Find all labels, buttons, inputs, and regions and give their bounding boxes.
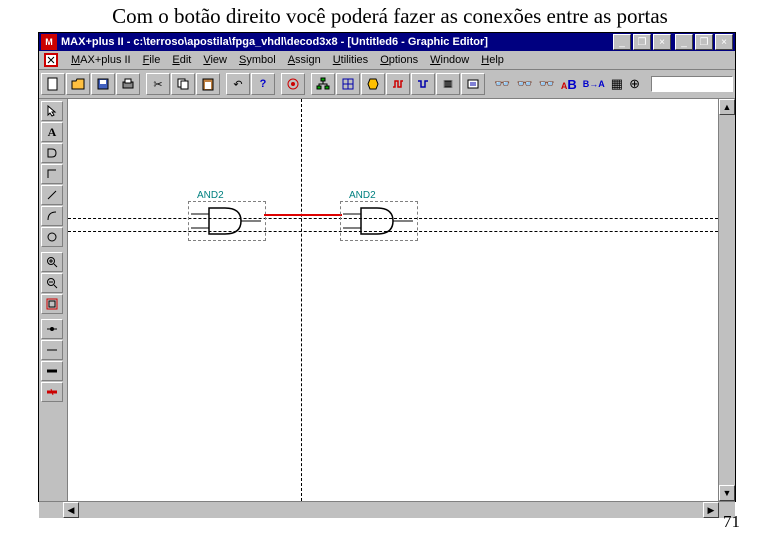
menu-help[interactable]: Help: [481, 54, 504, 66]
cut-button[interactable]: ✂: [146, 73, 170, 95]
hierarchy-button[interactable]: [311, 73, 335, 95]
scroll-right-button[interactable]: ▶: [703, 502, 719, 518]
zoom-out-tool[interactable]: [41, 273, 63, 293]
scroll-up-button[interactable]: ▲: [719, 99, 735, 115]
menu-edit[interactable]: Edit: [172, 54, 191, 66]
thin-line-tool[interactable]: [41, 340, 63, 360]
titlebar: M MAX+plus II - c:\terroso\apostila\fpga…: [39, 33, 735, 51]
ba-icon[interactable]: B→A: [583, 79, 605, 89]
doc-window-controls: _ ❐ ×: [613, 34, 671, 50]
new-file-button[interactable]: [41, 73, 65, 95]
menubar: MAX+plus II File Edit View Symbol Assign…: [39, 51, 735, 70]
application-window: M MAX+plus II - c:\terroso\apostila\fpga…: [38, 32, 736, 502]
print-button[interactable]: [116, 73, 140, 95]
main-toolbar: ✂ ↶ ? 👓 👓 👓 AB B→A ▦ ⊕: [39, 70, 735, 99]
menu-symbol[interactable]: Symbol: [239, 54, 276, 66]
vertical-guide: [301, 99, 302, 501]
open-file-button[interactable]: [66, 73, 90, 95]
aux-tool-group: 👓 👓 👓 AB B→A ▦ ⊕: [490, 76, 644, 92]
glasses-a-icon[interactable]: 👓: [494, 76, 510, 92]
doc-minimize-button[interactable]: _: [613, 34, 631, 50]
paste-button[interactable]: [196, 73, 220, 95]
search-button[interactable]: [461, 73, 485, 95]
text-tool[interactable]: A: [41, 122, 63, 142]
glasses-b-icon[interactable]: 👓: [517, 76, 533, 92]
doc-close-button[interactable]: ×: [653, 34, 671, 50]
arc-tool[interactable]: [41, 206, 63, 226]
menu-window[interactable]: Window: [430, 54, 469, 66]
workspace: A AND2: [39, 99, 735, 501]
instruction-caption: Com o botão direito você poderá fazer as…: [0, 0, 780, 31]
chip-icon[interactable]: ▦: [611, 76, 623, 92]
page-number: 71: [723, 512, 740, 532]
doc-maximize-button[interactable]: ❐: [633, 34, 651, 50]
glasses-c-icon[interactable]: 👓: [539, 76, 555, 92]
menu-utilities[interactable]: Utilities: [333, 54, 368, 66]
gate-2-selection[interactable]: AND2: [340, 201, 418, 241]
copy-button[interactable]: [171, 73, 195, 95]
floorplan-button[interactable]: [336, 73, 360, 95]
thick-line-tool[interactable]: [41, 361, 63, 381]
canvas-area[interactable]: AND2 AND2: [68, 99, 718, 501]
window-title: MAX+plus II - c:\terroso\apostila\fpga_v…: [61, 36, 609, 48]
help-button[interactable]: ?: [251, 73, 275, 95]
minimize-button[interactable]: _: [675, 34, 693, 50]
and-gate-2-icon: [341, 202, 417, 240]
app-menu-icon[interactable]: [43, 52, 59, 68]
horizontal-scrollbar[interactable]: ◀ ▶: [39, 501, 735, 518]
menu-view[interactable]: View: [203, 54, 227, 66]
diagonal-line-tool[interactable]: [41, 185, 63, 205]
compile-button[interactable]: [281, 73, 305, 95]
app-window-controls: _ ❐ ×: [675, 34, 733, 50]
menu-maxplus[interactable]: MAX+plus II: [71, 54, 131, 66]
vertical-scrollbar[interactable]: ▲ ▼: [718, 99, 735, 501]
symbol-tool[interactable]: [41, 143, 63, 163]
fit-window-tool[interactable]: [41, 294, 63, 314]
connector-dot-tool[interactable]: [41, 319, 63, 339]
scroll-down-button[interactable]: ▼: [719, 485, 735, 501]
menu-file[interactable]: File: [143, 54, 161, 66]
undo-button[interactable]: ↶: [226, 73, 250, 95]
gate-1-selection[interactable]: AND2: [188, 201, 266, 241]
gate-2-label: AND2: [349, 190, 376, 201]
progress-slot: [651, 76, 733, 92]
compiler-button[interactable]: [361, 73, 385, 95]
and-gate-1-icon: [189, 202, 265, 240]
circle-tool[interactable]: [41, 227, 63, 247]
selection-tool[interactable]: [41, 101, 63, 121]
zoom-in-tool[interactable]: [41, 252, 63, 272]
programmer-button[interactable]: [436, 73, 460, 95]
bus-line-tool[interactable]: [41, 382, 63, 402]
scroll-left-button[interactable]: ◀: [63, 502, 79, 518]
pin-icon[interactable]: ⊕: [629, 76, 640, 92]
ab-icon[interactable]: AB: [561, 77, 577, 92]
drawing-toolbox: A: [39, 99, 68, 501]
gate-1-label: AND2: [197, 190, 224, 201]
save-button[interactable]: [91, 73, 115, 95]
app-logo-icon: M: [41, 34, 57, 50]
maximize-button[interactable]: ❐: [695, 34, 713, 50]
menu-options[interactable]: Options: [380, 54, 418, 66]
close-button[interactable]: ×: [715, 34, 733, 50]
simulator-button[interactable]: [386, 73, 410, 95]
timing-button[interactable]: [411, 73, 435, 95]
orthogonal-line-tool[interactable]: [41, 164, 63, 184]
menu-assign[interactable]: Assign: [288, 54, 321, 66]
connection-wire[interactable]: [264, 214, 342, 216]
